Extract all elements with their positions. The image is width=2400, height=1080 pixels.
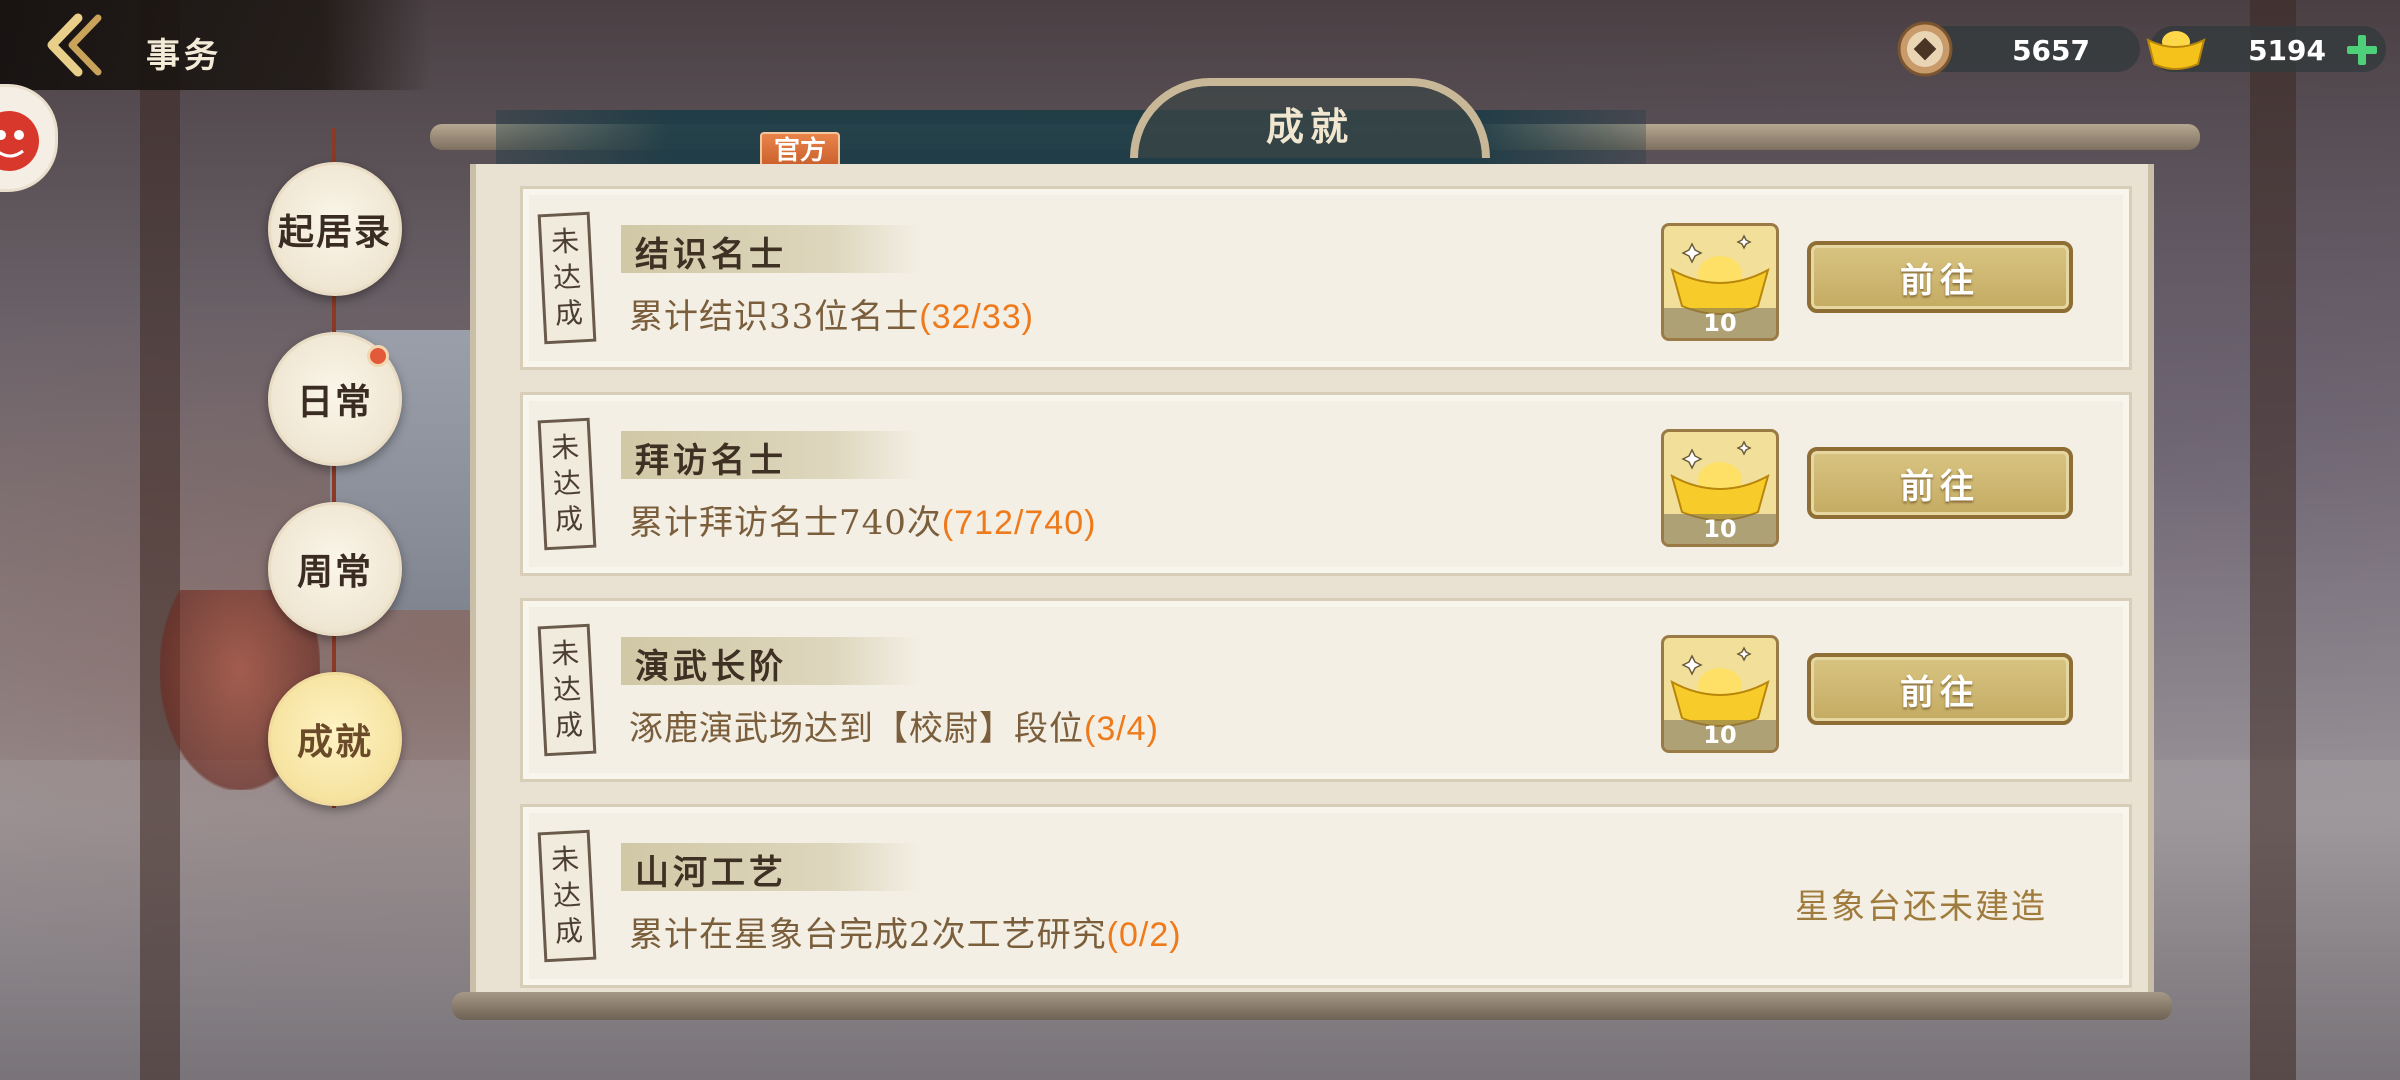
reward-count: 10 <box>1664 514 1776 544</box>
achievement-name: 拜访名士 <box>635 441 787 481</box>
achievement-name-banner: 拜访名士 <box>621 431 921 481</box>
go-button[interactable]: 前往 <box>1807 241 2073 313</box>
achievement-name-banner: 山河工艺 <box>621 843 921 893</box>
achievement-list[interactable]: 未 达 成 结识名士 累计结识33位名士(32/33) 10 前往 未 达 成 … <box>520 186 2132 994</box>
description-text: 累计结识33位名士 <box>629 297 920 337</box>
tab-achievements[interactable]: 成就 <box>268 672 402 806</box>
description-text: 累计拜访名士740次 <box>629 503 942 543</box>
tab-label: 成就 <box>296 721 373 763</box>
achievement-progress: (0/2) <box>1106 916 1182 954</box>
achievement-card: 未 达 成 山河工艺 累计在星象台完成2次工艺研究(0/2) 星象台还未建造 <box>520 804 2132 988</box>
achievement-description: 累计拜访名士740次(712/740) <box>629 495 1096 544</box>
achievement-progress: (712/740) <box>941 504 1097 542</box>
achievement-panel: 未 达 成 结识名士 累计结识33位名士(32/33) 10 前往 未 达 成 … <box>470 164 2154 994</box>
gold-ingot-icon <box>2146 31 2206 70</box>
seal-char: 成 <box>553 296 584 331</box>
tab-weekly[interactable]: 周常 <box>268 502 402 636</box>
seal-char: 未 <box>550 636 580 671</box>
achievement-name: 演武长阶 <box>635 647 787 687</box>
back-button[interactable] <box>30 10 110 80</box>
seal-char: 达 <box>552 260 582 295</box>
seal-char: 未 <box>550 842 580 877</box>
description-text: 涿鹿演武场达到【校尉】段位 <box>629 709 1084 749</box>
page-title: 事务 <box>146 36 222 76</box>
seal-char: 成 <box>553 708 584 743</box>
achievement-card: 未 达 成 结识名士 累计结识33位名士(32/33) 10 前往 <box>520 186 2132 370</box>
achievement-description: 累计结识33位名士(32/33) <box>629 289 1034 338</box>
unbuilt-status-text: 星象台还未建造 <box>1795 887 2047 927</box>
incomplete-seal: 未 达 成 <box>537 417 597 551</box>
reward-count: 10 <box>1664 308 1776 338</box>
achievement-name: 结识名士 <box>635 235 787 275</box>
copper-currency: 5657 <box>1897 21 2140 77</box>
notification-badge <box>367 345 389 367</box>
reward-item[interactable]: 10 <box>1661 635 1779 753</box>
add-currency-button[interactable] <box>2344 32 2380 68</box>
seal-char: 成 <box>553 914 584 949</box>
background-pillar <box>2250 0 2296 1080</box>
copper-coin-icon <box>1897 21 1953 77</box>
achievement-card: 未 达 成 拜访名士 累计拜访名士740次(712/740) 10 前往 <box>520 392 2132 576</box>
description-text: 累计在星象台完成2次工艺研究 <box>629 915 1107 955</box>
seal-char: 达 <box>552 878 582 913</box>
achievement-name: 山河工艺 <box>635 853 787 893</box>
seal-char: 未 <box>550 224 580 259</box>
reward-item[interactable]: 10 <box>1661 223 1779 341</box>
seal-char: 成 <box>553 502 584 537</box>
achievement-description: 累计在星象台完成2次工艺研究(0/2) <box>629 907 1182 956</box>
incomplete-seal: 未 达 成 <box>537 623 597 757</box>
achievement-card: 未 达 成 演武长阶 涿鹿演武场达到【校尉】段位(3/4) 10 前往 <box>520 598 2132 782</box>
tab-daily[interactable]: 日常 <box>268 332 402 466</box>
back-arrow-icon <box>47 13 102 77</box>
player-avatar[interactable] <box>0 84 58 192</box>
gold-value: 5194 <box>2248 34 2326 67</box>
top-bar: 事务 <box>0 0 430 90</box>
scroll-rod-bottom <box>452 992 2172 1020</box>
background-pillar <box>140 0 180 1080</box>
reward-count: 10 <box>1664 720 1776 750</box>
achievement-name-banner: 结识名士 <box>621 225 921 275</box>
tab-daily-log[interactable]: 起居录 <box>268 162 402 296</box>
achievement-name-banner: 演武长阶 <box>621 637 921 687</box>
tab-label: 周常 <box>296 551 373 593</box>
tab-label: 起居录 <box>277 211 392 253</box>
tab-label: 日常 <box>296 381 373 423</box>
reward-item[interactable]: 10 <box>1661 429 1779 547</box>
seal-char: 达 <box>552 466 582 501</box>
copper-value: 5657 <box>2012 34 2090 67</box>
gold-currency: 5194 <box>2146 26 2386 72</box>
incomplete-seal: 未 达 成 <box>537 829 597 963</box>
seal-char: 未 <box>550 430 580 465</box>
incomplete-seal: 未 达 成 <box>537 211 597 345</box>
go-button[interactable]: 前往 <box>1807 653 2073 725</box>
panel-title: 成就 <box>1265 104 1354 149</box>
achievement-progress: (3/4) <box>1084 710 1159 748</box>
achievement-progress: (32/33) <box>919 298 1034 336</box>
go-button[interactable]: 前往 <box>1807 447 2073 519</box>
seal-char: 达 <box>552 672 582 707</box>
achievement-description: 涿鹿演武场达到【校尉】段位(3/4) <box>629 701 1159 750</box>
mascot-icon <box>0 111 39 171</box>
